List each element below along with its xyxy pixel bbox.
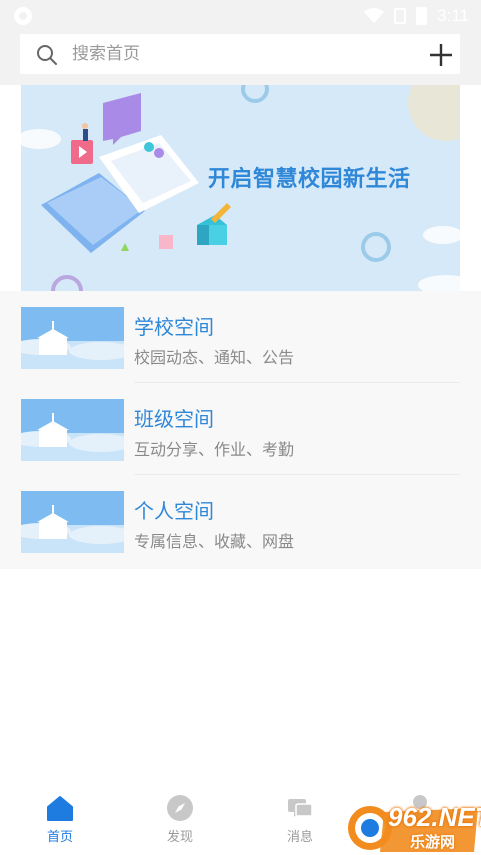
wifi-icon	[364, 8, 385, 23]
header	[0, 33, 481, 85]
status-bar: 3:11	[0, 0, 481, 33]
add-button[interactable]	[426, 40, 456, 70]
nav-item-messages[interactable]: 消息	[240, 785, 360, 855]
list-item-subtitle: 专属信息、收藏、网盘	[134, 532, 295, 551]
personal-thumbnail	[21, 491, 124, 553]
list-item-title: 个人空间	[134, 499, 214, 523]
banner-title: 开启智慧校园新生活	[208, 167, 411, 192]
list-item-subtitle: 校园动态、通知、公告	[134, 348, 295, 367]
nav-label-home: 首页	[46, 830, 73, 845]
banner[interactable]: 开启智慧校园新生活	[21, 85, 460, 291]
list-item-subtitle: 互动分享、作业、考勤	[134, 440, 295, 459]
nav-label-messages: 消息	[286, 830, 313, 845]
school-thumbnail	[21, 307, 124, 369]
list-item-class-space[interactable]: 班级空间 互动分享、作业、考勤	[0, 383, 481, 475]
app-status-icon	[14, 7, 32, 25]
sim-icon	[394, 8, 407, 24]
nav-label-discover: 发现	[166, 830, 193, 845]
watermark-brand: 962.NET	[388, 802, 481, 832]
nav-item-home[interactable]: 首页	[0, 785, 120, 855]
search-icon	[37, 45, 57, 65]
list-item-personal-space[interactable]: 个人空间 专属信息、收藏、网盘	[0, 475, 481, 567]
nav-item-discover[interactable]: 发现	[120, 785, 240, 855]
list-item-title: 学校空间	[134, 315, 214, 339]
list-item-title: 班级空间	[134, 407, 214, 431]
status-icons: 3:11	[364, 5, 469, 27]
watermark: 962.NET 乐游网	[344, 800, 481, 855]
watermark-sub: 乐游网	[410, 833, 456, 851]
search-input[interactable]	[72, 40, 392, 68]
home-icon	[47, 796, 73, 821]
class-thumbnail	[21, 399, 124, 461]
list-item-school-space[interactable]: 学校空间 校园动态、通知、公告	[0, 291, 481, 383]
search-box[interactable]	[20, 34, 460, 74]
space-list: 学校空间 校园动态、通知、公告 班级空间 互动分享、作业、考勤 个人空间 专属信	[0, 291, 481, 569]
battery-icon	[416, 7, 428, 25]
status-time: 3:11	[437, 6, 469, 25]
message-icon	[288, 799, 313, 817]
compass-icon	[167, 795, 193, 821]
